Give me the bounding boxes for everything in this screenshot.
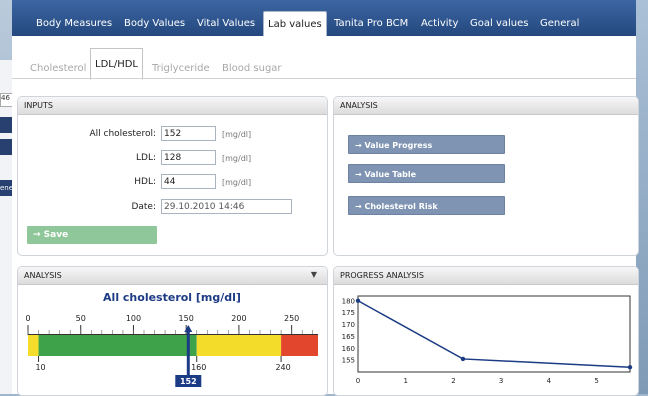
hdl-input[interactable]: 44 xyxy=(161,174,216,189)
gauge-bottom-tick-label: 160 xyxy=(191,363,206,372)
progress-x-tick-label: 4 xyxy=(547,377,552,385)
progress-data-point xyxy=(355,298,361,303)
date-input[interactable]: 29.10.2010 14:46 xyxy=(161,199,292,214)
progress-data-point xyxy=(460,356,466,362)
gauge-zone xyxy=(281,335,318,356)
progress-y-tick-label: 175 xyxy=(342,309,355,317)
progress-y-tick-label: 180 xyxy=(342,297,355,305)
analysis-panel-title: ANALYSIS xyxy=(340,101,378,110)
progress-x-tick-label: 1 xyxy=(403,377,407,385)
analysis-panel-header: ANALYSIS xyxy=(334,97,638,115)
gauge-panel-header: ANALYSIS ▼ xyxy=(18,267,327,285)
gauge-top-tick-label: 200 xyxy=(231,314,246,323)
gauge-panel-title: ANALYSIS xyxy=(24,271,62,280)
progress-data-point xyxy=(627,365,633,370)
ldl-label: LDL: xyxy=(136,153,156,163)
all-cholesterol-label: All cholesterol: xyxy=(89,129,156,139)
gauge-zone xyxy=(38,335,197,356)
left-panel-tab[interactable] xyxy=(0,139,12,155)
progress-panel-header: PROGRESS ANALYSIS xyxy=(334,267,638,285)
ldl-input[interactable]: 128 xyxy=(161,150,216,165)
subtab-ldl-hdl[interactable]: LDL/HDL xyxy=(90,48,144,80)
progress-x-tick-label: 2 xyxy=(451,377,455,385)
progress-y-tick-label: 165 xyxy=(342,333,355,341)
left-panel-tab-label[interactable]: ene xyxy=(0,180,12,196)
gauge-zone xyxy=(196,335,282,356)
nav-goal-values[interactable]: Goal values xyxy=(470,15,528,36)
cholesterol-gauge-panel: ANALYSIS ▼ All cholesterol [mg/dl] 0 50 10… xyxy=(17,266,328,396)
gauge-title: All cholesterol [mg/dl] xyxy=(103,291,241,304)
save-button[interactable]: → Save xyxy=(27,226,157,244)
date-label: Date: xyxy=(131,202,156,212)
subtab-cholesterol[interactable]: Cholesterol xyxy=(30,59,86,79)
cholesterol-gauge: All cholesterol [mg/dl] 0 50 100 150 200 250 … xyxy=(25,291,318,387)
value-progress-button[interactable]: → Value Progress xyxy=(348,135,505,154)
gauge-value-label: 152 xyxy=(180,377,197,386)
progress-x-tick-label: 5 xyxy=(594,377,598,385)
gauge-top-tick-label: 150 xyxy=(179,314,194,323)
progress-y-tick-label: 155 xyxy=(342,357,355,365)
progress-x-tick-label: 0 xyxy=(356,377,360,385)
nav-body-values[interactable]: Body Values xyxy=(124,15,185,36)
progress-x-tick-label: 3 xyxy=(499,377,503,385)
value-table-button[interactable]: → Value Table xyxy=(348,164,505,183)
gauge-zone xyxy=(28,335,39,356)
progress-panel-title: PROGRESS ANALYSIS xyxy=(340,271,424,280)
cholesterol-risk-button[interactable]: → Cholesterol Risk xyxy=(348,196,505,215)
gauge-top-tick-label: 250 xyxy=(284,314,299,323)
gauge-top-tick-label: 0 xyxy=(25,314,30,323)
gauge-top-tick-label: 50 xyxy=(76,314,86,323)
nav-lab-values[interactable]: Lab values xyxy=(263,11,327,37)
hdl-label: HDL: xyxy=(134,177,156,187)
gauge-marker-arrow xyxy=(184,325,193,332)
gauge-bottom-tick-label: 240 xyxy=(275,363,290,372)
nav-tanita-pro-bcm[interactable]: Tanita Pro BCM xyxy=(334,15,408,36)
all-cholesterol-input[interactable]: 152 xyxy=(161,126,216,141)
subtab-blood-sugar[interactable]: Blood sugar xyxy=(222,59,282,79)
gauge-top-tick-label: 100 xyxy=(126,314,141,323)
nav-activity[interactable]: Activity xyxy=(421,15,458,36)
nav-general[interactable]: General xyxy=(540,15,579,36)
main-navigation: Body Measures Body Values Vital Values L… xyxy=(12,0,636,37)
inputs-panel: INPUTS All cholesterol: 152 [mg/dl] LDL:… xyxy=(17,96,328,256)
subtab-divider xyxy=(12,78,636,79)
hdl-unit: [mg/dl] xyxy=(222,178,252,187)
progress-chart: 155 160 165 170 175 180 0 1 2 3 4 5 xyxy=(342,295,633,385)
inputs-panel-title: INPUTS xyxy=(24,101,53,110)
progress-y-tick-label: 160 xyxy=(342,345,355,353)
gauge-marker-needle xyxy=(186,331,190,376)
panel-dropdown-icon[interactable]: ▼ xyxy=(311,270,317,279)
subtab-triglyceride[interactable]: Triglyceride xyxy=(152,59,210,79)
nav-vital-values[interactable]: Vital Values xyxy=(197,15,255,36)
ldl-unit: [mg/dl] xyxy=(222,154,252,163)
progress-y-tick-label: 170 xyxy=(342,321,355,329)
inputs-panel-header: INPUTS xyxy=(18,97,327,115)
left-panel-tab[interactable] xyxy=(0,117,12,133)
gauge-bottom-tick-label: 10 xyxy=(35,363,45,372)
analysis-panel: ANALYSIS → Value Progress → Value Table … xyxy=(333,96,639,256)
nav-body-measures[interactable]: Body Measures xyxy=(36,15,112,36)
all-cholesterol-unit: [mg/dl] xyxy=(222,130,252,139)
progress-analysis-panel: PROGRESS ANALYSIS 155 160 165 170 175 180 0 1 2 3… xyxy=(333,266,639,396)
